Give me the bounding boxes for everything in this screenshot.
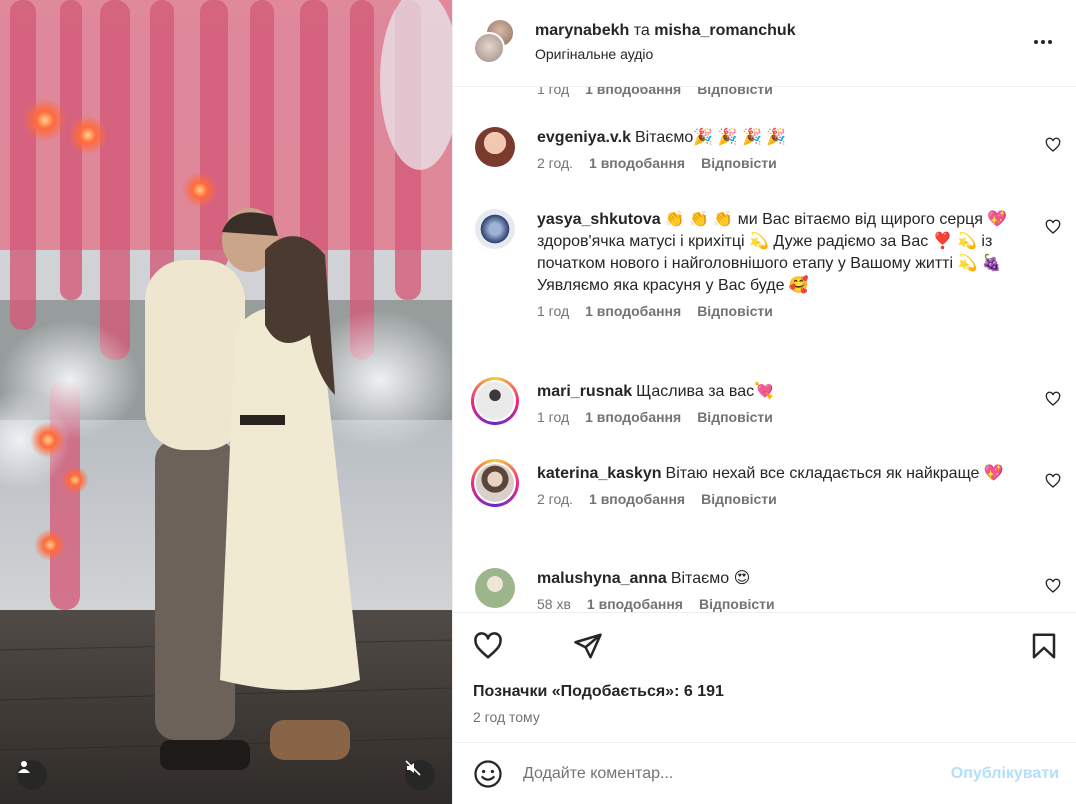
avatar [474, 462, 516, 504]
speaker-muted-icon [405, 760, 421, 776]
reply-button[interactable]: Відповісти [697, 303, 773, 319]
avatar[interactable] [473, 32, 505, 64]
post-time[interactable]: 2 год тому [473, 709, 540, 725]
comment-body: Вітаємо 😍 [670, 570, 751, 587]
author-separator: та [633, 22, 650, 39]
comment-body: Щаслива за вас💘 [636, 383, 775, 400]
publish-button[interactable]: Опублікувати [951, 765, 1059, 783]
reply-button[interactable]: Відповісти [701, 155, 777, 171]
comment-time[interactable]: 1 год [537, 409, 569, 425]
comment-username[interactable]: evgeniya.v.k [537, 129, 631, 146]
comment-composer: Опублікувати [453, 742, 1076, 804]
comment-item: malushyna_anna Вітаємо 😍 58 хв 1 вподобан… [453, 568, 1076, 612]
reply-button[interactable]: Відповісти [697, 409, 773, 425]
comment-meta: 1 год 1 вподобання Відповісти [537, 87, 1017, 97]
avatar-story-ring[interactable] [471, 377, 519, 425]
post-authors: marynabekh та misha_romanchuk [535, 22, 796, 40]
heart-icon[interactable] [1045, 578, 1061, 594]
comment-likes[interactable]: 1 вподобання [585, 409, 681, 425]
post-panel: marynabekh та misha_romanchuk Оригінальн… [452, 0, 1076, 804]
author-link[interactable]: marynabekh [535, 22, 629, 39]
comment-time[interactable]: 1 год [537, 303, 569, 319]
comment-item: 1 год 1 вподобання Відповісти [453, 87, 1076, 105]
comment-meta: 1 год 1 вподобання Відповісти [537, 409, 1017, 425]
comment-meta: 2 год. 1 вподобання Відповісти [537, 155, 1017, 171]
comment-text: malushyna_anna Вітаємо 😍 [537, 568, 1017, 590]
comment-username[interactable]: malushyna_anna [537, 570, 667, 587]
post-media[interactable] [0, 0, 452, 804]
comment-body: Вітаємо🎉 🎉 🎉 🎉 [634, 129, 787, 146]
user-icon [18, 761, 30, 773]
avatar [474, 380, 516, 422]
heart-icon[interactable] [1045, 219, 1061, 235]
post-header: marynabekh та misha_romanchuk Оригінальн… [453, 0, 1076, 87]
dot [1041, 40, 1045, 44]
avatar-story-ring[interactable] [471, 459, 519, 507]
post-photo [0, 0, 452, 804]
collab-avatars[interactable] [473, 18, 517, 64]
comment-body-line2: Уявляємо яка красуня у Вас буде 🥰 [537, 277, 809, 294]
comment-likes[interactable]: 1 вподобання [587, 596, 683, 612]
more-options-button[interactable] [1029, 30, 1057, 54]
comment-meta: 1 год 1 вподобання Відповісти [537, 303, 1017, 319]
comment-item: evgeniya.v.k Вітаємо🎉 🎉 🎉 🎉 2 год. 1 впод… [453, 127, 1076, 209]
tagged-users-button[interactable] [17, 760, 47, 790]
likes-count[interactable]: Позначки «Подобається»: 6 191 [473, 683, 724, 701]
share-plane-icon[interactable] [573, 631, 603, 661]
comment-text: katerina_kaskyn Вітаю нехай все складаєть… [537, 463, 1017, 485]
comment-text: yasya_shkutova 👏 👏 👏 ми Вас вітаємо від щ… [537, 209, 1017, 275]
comments-list[interactable]: 1 год 1 вподобання Відповісти evgeniya.v… [453, 87, 1076, 612]
comment-likes[interactable]: 1 вподобання [585, 303, 681, 319]
comment-likes[interactable]: 1 вподобання [585, 87, 681, 97]
comment-body: Вітаю нехай все складається як найкраще … [665, 465, 1004, 482]
comment-likes[interactable]: 1 вподобання [589, 155, 685, 171]
audio-link[interactable]: Оригінальне аудіо [535, 46, 653, 62]
heart-icon[interactable] [1045, 473, 1061, 489]
reply-button[interactable]: Відповісти [699, 596, 775, 612]
comment-item: katerina_kaskyn Вітаю нехай все складаєть… [453, 459, 1076, 568]
avatar[interactable] [475, 568, 515, 608]
comment-time[interactable]: 1 год [537, 87, 569, 97]
dot [1048, 40, 1052, 44]
comment-text: evgeniya.v.k Вітаємо🎉 🎉 🎉 🎉 [537, 127, 1017, 149]
comment-username[interactable]: yasya_shkutova [537, 211, 661, 228]
heart-icon[interactable] [1045, 391, 1061, 407]
emoji-icon[interactable] [473, 759, 503, 789]
comment-username[interactable]: mari_rusnak [537, 383, 632, 400]
mute-toggle-button[interactable] [405, 760, 435, 790]
comment-time[interactable]: 2 год. [537, 155, 573, 171]
reply-button[interactable]: Відповісти [701, 491, 777, 507]
comment-input[interactable] [523, 757, 923, 791]
avatar[interactable] [475, 127, 515, 167]
like-heart-icon[interactable] [473, 631, 503, 661]
heart-icon[interactable] [1045, 137, 1061, 153]
author-link[interactable]: misha_romanchuk [654, 22, 795, 39]
comment-username[interactable]: katerina_kaskyn [537, 465, 662, 482]
dot [1034, 40, 1038, 44]
post-actions: Позначки «Подобається»: 6 191 2 год тому [453, 612, 1076, 742]
comment-time[interactable]: 2 год. [537, 491, 573, 507]
comment-text: mari_rusnak Щаслива за вас💘 [537, 381, 1017, 403]
comment-item: mari_rusnak Щаслива за вас💘 1 год 1 вподо… [453, 377, 1076, 463]
comment-item: yasya_shkutova 👏 👏 👏 ми Вас вітаємо від щ… [453, 209, 1076, 381]
avatar[interactable] [475, 209, 515, 249]
comment-meta: 58 хв 1 вподобання Відповісти [537, 596, 1017, 612]
reply-button[interactable]: Відповісти [697, 87, 773, 97]
comment-meta: 2 год. 1 вподобання Відповісти [537, 491, 1017, 507]
comment-likes[interactable]: 1 вподобання [589, 491, 685, 507]
comment-time[interactable]: 58 хв [537, 596, 571, 612]
bookmark-icon[interactable] [1029, 631, 1059, 661]
